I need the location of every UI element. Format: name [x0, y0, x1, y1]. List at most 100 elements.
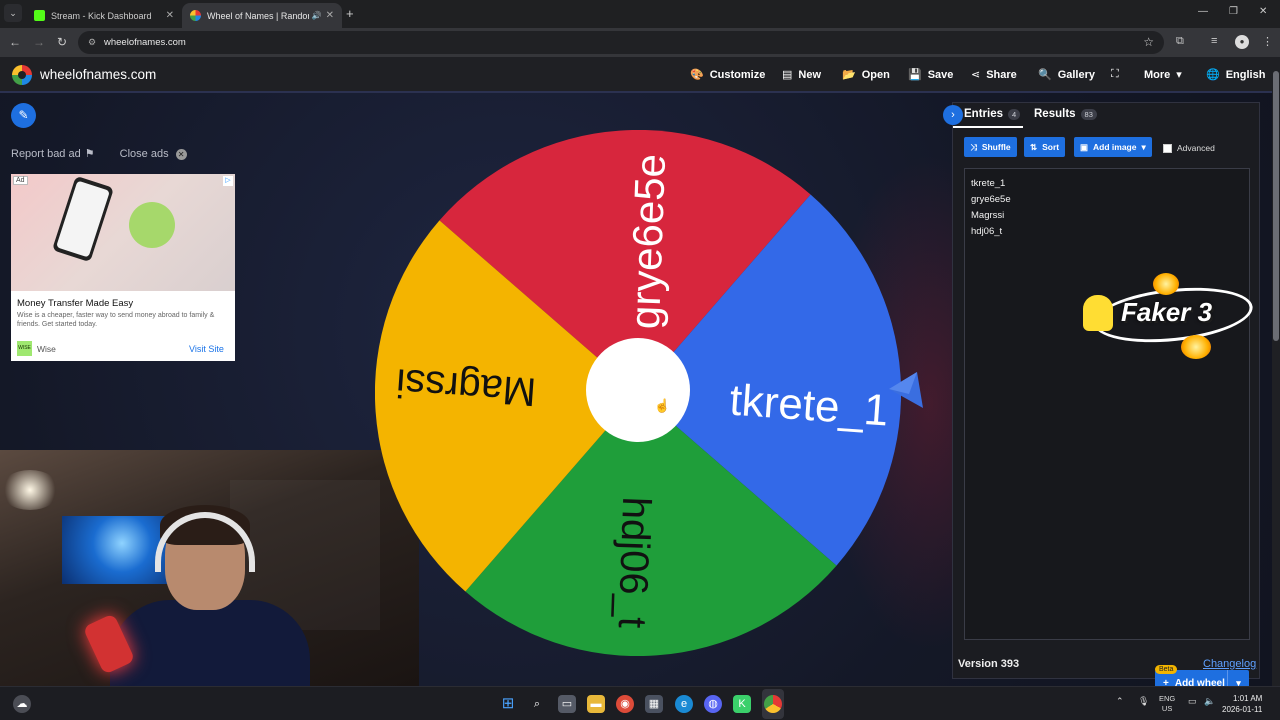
- sort-button[interactable]: ⇅ Sort: [1024, 137, 1066, 157]
- discord-icon[interactable]: ◍: [704, 695, 722, 713]
- volume-icon[interactable]: 🔈: [1204, 696, 1215, 707]
- kick-app-icon[interactable]: K: [733, 695, 751, 713]
- close-tab-icon[interactable]: ✕: [326, 10, 334, 21]
- collapse-panel-button[interactable]: ›: [943, 105, 963, 125]
- reload-icon[interactable]: ↻: [57, 35, 67, 49]
- share-button[interactable]: ⋖ Share: [971, 68, 1017, 82]
- chevron-down-icon: ▾: [1176, 69, 1182, 81]
- browser-tab-wheel[interactable]: Wheel of Names | Random 🔊 ✕: [182, 3, 342, 28]
- close-window-icon[interactable]: ✕: [1259, 6, 1267, 17]
- language-indicator[interactable]: ENG US: [1159, 694, 1175, 714]
- bookmark-star-icon[interactable]: ☆: [1143, 35, 1154, 49]
- tab-title: Stream - Kick Dashboard: [51, 10, 152, 21]
- search-icon[interactable]: ⌕: [528, 695, 546, 713]
- brand-title[interactable]: wheelofnames.com: [40, 67, 156, 82]
- tab-title: Wheel of Names | Random: [207, 10, 309, 21]
- wheel-logo-icon[interactable]: [12, 65, 32, 85]
- wheel-svg[interactable]: grye6e5e tkrete_1 hdj06_t Magrssi: [375, 130, 901, 656]
- browser-menu-icon[interactable]: ⋮: [1262, 35, 1273, 48]
- windows-taskbar: ☁ ⊞ ⌕ ▭ ▬ ◉ ▦ e ◍ K ⌃ 🎙 ENG US ▭ 🔈 1:01 …: [0, 686, 1280, 720]
- store-icon[interactable]: ▦: [645, 695, 663, 713]
- add-image-button[interactable]: ▣ Add image ▾: [1074, 137, 1152, 157]
- forward-icon[interactable]: →: [33, 35, 45, 49]
- slice-label-hdj06_t: hdj06_t: [610, 496, 659, 629]
- chrome-icon[interactable]: ◉: [616, 695, 634, 713]
- task-view-icon[interactable]: ▭: [558, 695, 576, 713]
- close-circle-icon[interactable]: ✕: [175, 149, 187, 160]
- flame-icon: [1181, 335, 1211, 359]
- ad-choices-icon[interactable]: ▷: [223, 176, 233, 186]
- address-bar: ← → ↻ ⚙ wheelofnames.com ☆ ⧉ ≡ ⋮: [0, 28, 1280, 57]
- ad-title[interactable]: Money Transfer Made Easy: [17, 298, 133, 309]
- customize-button[interactable]: 🎨 Customize: [690, 68, 765, 82]
- weather-icon[interactable]: ☁: [13, 695, 31, 713]
- back-icon[interactable]: ←: [9, 35, 21, 49]
- file-explorer-icon[interactable]: ▬: [587, 695, 605, 713]
- visit-site-link[interactable]: Visit Site: [189, 344, 224, 354]
- system-clock[interactable]: 1:01 AM 2026-01-11: [1222, 693, 1262, 715]
- flag-icon[interactable]: ⚑: [85, 148, 95, 160]
- globe-icon: 🌐: [1206, 69, 1220, 81]
- gallery-button[interactable]: 🔍 Gallery: [1038, 68, 1095, 82]
- new-button[interactable]: ▤ New: [782, 68, 821, 82]
- profile-avatar[interactable]: ●: [1235, 35, 1249, 49]
- fullscreen-button[interactable]: ⛶: [1111, 68, 1119, 81]
- chevron-down-icon: ▾: [1141, 141, 1146, 152]
- wheel-center[interactable]: [586, 338, 690, 442]
- shuffle-icon: ⤨: [970, 141, 977, 152]
- language-button[interactable]: 🌐 English: [1206, 68, 1265, 82]
- minimize-icon[interactable]: —: [1198, 6, 1208, 17]
- wheel-pointer-icon: [889, 372, 923, 408]
- more-button[interactable]: More ▾: [1144, 68, 1182, 82]
- site-info-icon[interactable]: ⚙: [88, 37, 96, 48]
- changelog-link[interactable]: Changelog: [1203, 658, 1256, 670]
- flame-icon: [1153, 273, 1179, 295]
- speaker-icon[interactable]: 🔊: [312, 11, 322, 20]
- checkbox[interactable]: [1163, 143, 1172, 153]
- page-scrollbar[interactable]: [1272, 57, 1280, 686]
- new-tab-icon[interactable]: +: [346, 6, 354, 21]
- restore-icon[interactable]: ❐: [1229, 6, 1238, 17]
- palette-icon: 🎨: [690, 69, 704, 81]
- shuffle-button[interactable]: ⤨ Shuffle: [964, 137, 1017, 157]
- ghost-icon: [1083, 295, 1113, 331]
- url-text: wheelofnames.com: [104, 37, 186, 48]
- tab-results[interactable]: Results 83: [1034, 108, 1097, 120]
- search-icon: 🔍: [1038, 69, 1052, 81]
- scroll-thumb[interactable]: [1273, 71, 1279, 341]
- wheel-favicon-icon: [190, 10, 201, 21]
- app-header: wheelofnames.com 🎨 Customize ▤ New 📂 Open 💾…: [0, 57, 1272, 93]
- ad-card[interactable]: Ad ▷ Money Transfer Made Easy Wise is a …: [11, 174, 235, 361]
- network-icon[interactable]: ▭: [1188, 696, 1197, 707]
- edge-icon[interactable]: e: [675, 695, 693, 713]
- media-control-icon[interactable]: ≡: [1211, 35, 1217, 47]
- chrome-active-icon[interactable]: [764, 695, 782, 713]
- entries-textarea[interactable]: tkrete_1 grye6e5e Magrssi hdj06_t Faker …: [964, 168, 1256, 696]
- ad-image[interactable]: Ad ▷: [11, 174, 235, 291]
- close-tab-icon[interactable]: ✕: [166, 10, 174, 21]
- close-ads-link[interactable]: Close ads: [120, 148, 169, 160]
- report-bad-ad-link[interactable]: Report bad ad: [11, 148, 81, 160]
- tray-chevron-icon[interactable]: ⌃: [1116, 696, 1124, 707]
- open-button[interactable]: 📂 Open: [842, 68, 890, 82]
- advanced-checkbox[interactable]: Advanced: [1163, 143, 1215, 153]
- entries-panel: › Entries 4 Results 83 ⤨ Shuffle ⇅ Sort ▣ A…: [943, 102, 1260, 696]
- floppy-icon: 💾: [908, 69, 922, 81]
- browser-tab-kick[interactable]: Stream - Kick Dashboard ✕: [26, 3, 182, 28]
- windows-start-icon[interactable]: ⊞: [499, 695, 517, 713]
- fullscreen-icon: ⛶: [1111, 68, 1119, 80]
- save-button[interactable]: 💾 Save: [908, 68, 953, 82]
- url-input[interactable]: ⚙ wheelofnames.com ☆: [78, 31, 1164, 54]
- microphone-icon[interactable]: 🎙: [1138, 696, 1149, 707]
- tab-entries[interactable]: Entries 4: [964, 108, 1021, 120]
- active-tab-indicator: [953, 126, 1023, 128]
- phone-illustration: [51, 175, 115, 263]
- ad-advertiser: Wise: [37, 344, 56, 354]
- tab-search-icon[interactable]: ⌄: [4, 4, 22, 22]
- edit-pencil-button[interactable]: ✎: [11, 103, 36, 128]
- sort-icon: ⇅: [1030, 141, 1038, 152]
- extensions-icon[interactable]: ⧉: [1176, 35, 1184, 48]
- folder-icon: 📂: [842, 69, 856, 81]
- kick-favicon-icon: [34, 10, 45, 21]
- spin-wheel[interactable]: grye6e5e tkrete_1 hdj06_t Magrssi: [375, 130, 901, 656]
